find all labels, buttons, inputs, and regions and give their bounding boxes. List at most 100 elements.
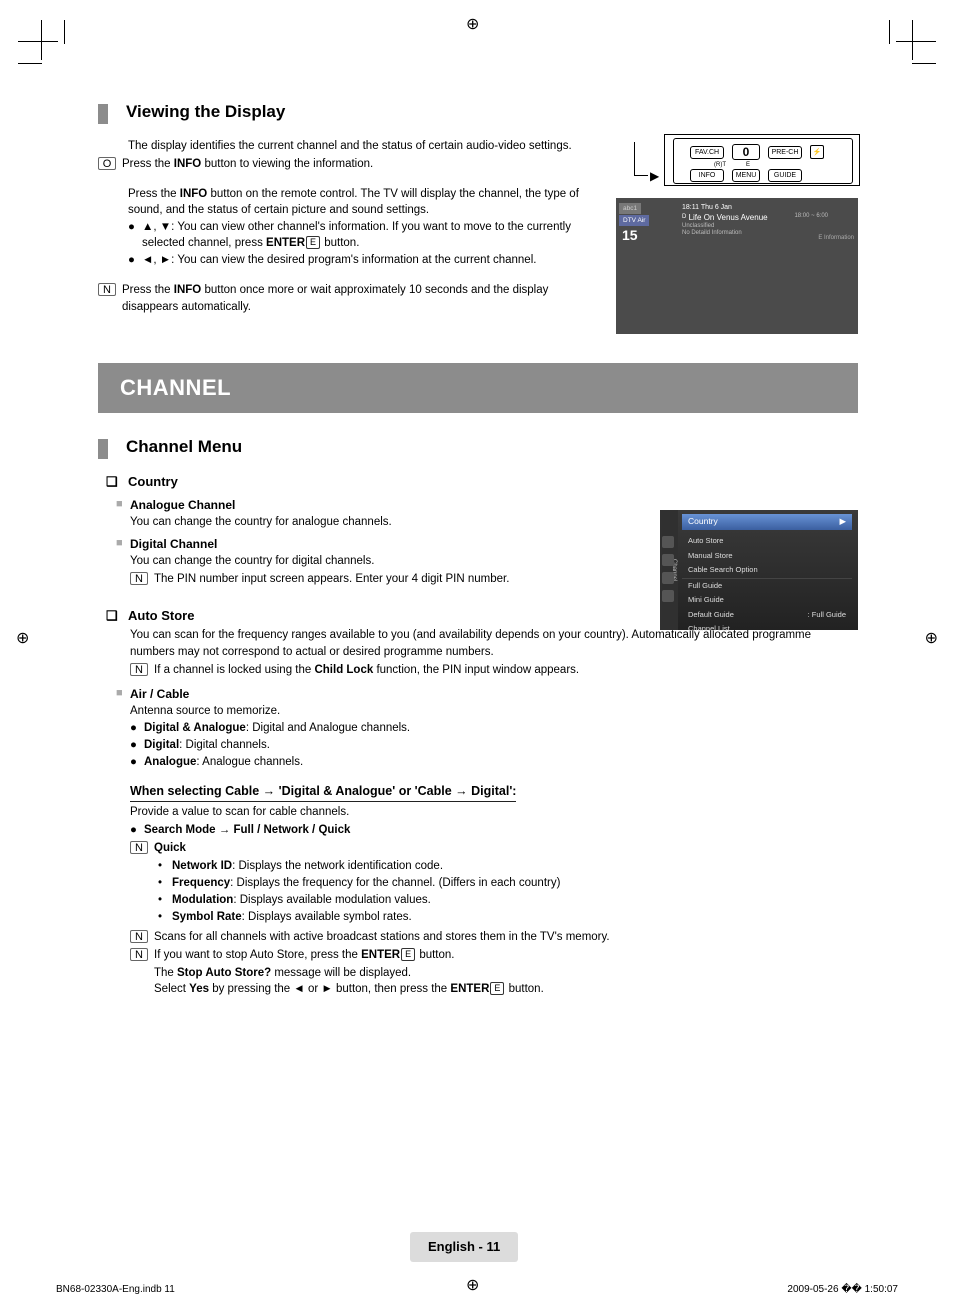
stop-line3: Select Yes by pressing the ◄ or ► button… [154,981,858,997]
dash-icon: • [158,858,172,874]
bullet-icon: ● [128,252,142,268]
enter-icon: E [306,236,320,249]
note-text: Press the INFO button to viewing the inf… [122,156,582,172]
remote-guide-button: GUIDE [768,169,802,182]
menu-list: Auto Store Manual Store Cable Search Opt… [682,534,852,637]
osd-source-tag: abc1 [619,203,641,214]
osd-time-range: 18:00 ~ 6:00 [794,212,828,220]
remote-menu-button: MENU [732,169,760,182]
menu-icon [662,572,674,584]
note-n-icon: N [130,841,148,854]
crop-mark [912,20,913,60]
enter-icon: E [401,948,415,961]
chevron-right-icon: ▶ [839,516,846,528]
channel-banner: CHANNEL [98,363,858,414]
bullet-list: ●▲, ▼: You can view other channel's info… [128,219,582,268]
menu-item: Full Guide [682,578,852,594]
remote-prech-button: PRE-CH [768,146,802,159]
note-text: Press the INFO button once more or wait … [122,282,582,314]
paragraph: Press the INFO button on the remote cont… [128,186,582,218]
dash-icon: • [158,875,172,891]
menu-side-icons [662,536,676,608]
note-n-icon: N [98,283,116,296]
osd-channel-number: 15 [622,226,638,246]
note-n-icon: N [130,663,148,676]
crop-mark [896,41,936,42]
note-o-icon: O [98,157,116,170]
registration-mark-top: ⊕ [466,14,479,36]
page-number-pill: English - 11 [410,1232,518,1262]
list-item: ●◄, ►: You can view the desired program'… [128,252,582,268]
osd-dtv-tag: DTV Air [619,215,649,226]
section-bar-icon [98,439,108,459]
topic-country: ❑ Country [106,473,858,491]
list-item: ●Analogue: Analogue channels. [130,754,858,770]
list-item: •Symbol Rate: Displays available symbol … [158,909,858,925]
list-item: ●Digital & Analogue: Digital and Analogu… [130,720,858,736]
menu-icon [662,554,674,566]
list-item: ●Digital: Digital channels. [130,737,858,753]
enter-icon: E [490,982,504,995]
channel-menu-panel: Channel Country ▶ Auto Store Manual Stor… [660,510,858,630]
menu-item: Manual Store [682,549,852,564]
section-header-viewing-display: Viewing the Display [98,100,858,124]
remote-illustration: ▶ FAV.CH 0 PRE-CH (R)T E INFO MENU GUIDE… [664,134,860,190]
subtopic-air-cable: ■ Air / Cable Antenna source to memorize… [116,686,858,771]
list-item: ●▲, ▼: You can view other channel's info… [128,219,582,251]
callout-arrow-icon: ▶ [650,168,659,185]
crop-mark [64,20,65,44]
crop-mark [41,20,42,60]
registration-mark-left: ⊕ [16,628,29,650]
registration-mark-bottom: ⊕ [466,1275,479,1297]
cable-sub-text: Provide a value to scan for cable channe… [130,804,858,820]
remote-favch-button: FAV.CH [690,146,724,159]
list-item: •Network ID: Displays the network identi… [158,858,858,874]
crop-mark [18,63,42,64]
bullet-icon: ● [128,219,142,251]
menu-item: Mini Guide [682,593,852,608]
square-icon: ■ [116,536,130,589]
q-mark-icon: ❑ [106,473,128,491]
dash-icon: • [158,892,172,908]
square-icon: ■ [116,686,130,771]
menu-icon [662,590,674,602]
menu-item: Cable Search Option [682,563,852,578]
remote-mute-icon: ⚡ [810,145,824,159]
square-icon: ■ [116,497,130,530]
menu-item: Auto Store [682,534,852,549]
menu-icon [662,536,674,548]
list-item: •Frequency: Displays the frequency for t… [158,875,858,891]
section-title: Viewing the Display [126,100,285,124]
note-n-icon: N [130,948,148,961]
registration-mark-right: ⊕ [925,628,938,650]
crop-mark [18,41,58,42]
menu-header-label: Country [688,516,718,528]
section-bar-icon [98,104,108,124]
osd-no-detail: No Detaild Information [682,229,742,237]
menu-item: Channel List [682,622,852,637]
q-mark-icon: ❑ [106,607,128,625]
osd-info-label: E Information [818,234,854,242]
crop-mark [912,63,936,64]
note-n-icon: N [130,572,148,585]
note-n-icon: N [130,930,148,943]
footer-file-info: BN68-02330A-Eng.indb 11 [56,1283,175,1297]
dash-icon: • [158,909,172,925]
section-title: Channel Menu [126,435,242,459]
bullet-icon: ● [130,754,144,770]
intro-text: The display identifies the current chann… [128,138,582,154]
bullet-icon: ● [130,720,144,736]
osd-panel: abc1 DTV Air 15 18:11 Thu 6 Jan D Life O… [616,198,858,334]
section-header-channel-menu: Channel Menu [98,435,858,459]
stop-line2: The Stop Auto Store? message will be dis… [154,965,858,981]
footer-timestamp: 2009-05-26 �� 1:50:07 [787,1283,898,1297]
remote-zero-button: 0 [732,144,760,160]
callout-line [634,142,648,176]
list-item: •Modulation: Displays available modulati… [158,892,858,908]
crop-mark [889,20,890,44]
bullet-icon: ● [130,822,144,838]
menu-item: Default Guide: Full Guide [682,608,852,623]
list-item: ●Search Mode → Full / Network / Quick [130,822,858,838]
menu-header-row: Country ▶ [682,514,852,530]
remote-info-button: INFO [690,169,724,182]
